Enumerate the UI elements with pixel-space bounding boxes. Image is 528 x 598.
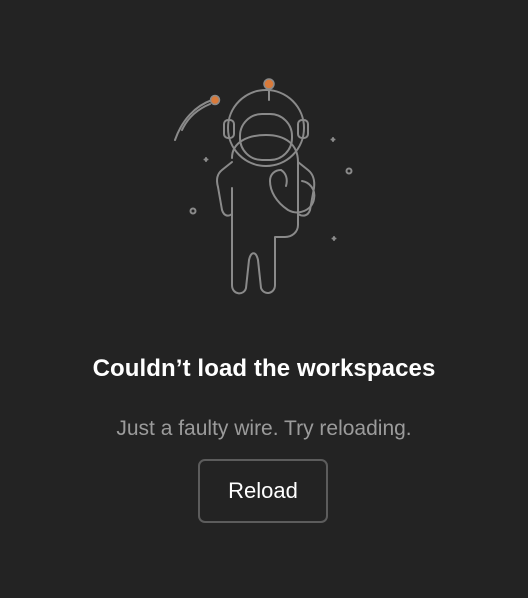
error-panel: Couldn’t load the workspaces Just a faul… xyxy=(0,0,528,598)
error-title: Couldn’t load the workspaces xyxy=(92,355,436,383)
reload-button[interactable]: Reload xyxy=(198,459,328,523)
error-message: Just a faulty wire. Try reloading. xyxy=(116,417,412,440)
astronaut-icon xyxy=(160,70,370,305)
